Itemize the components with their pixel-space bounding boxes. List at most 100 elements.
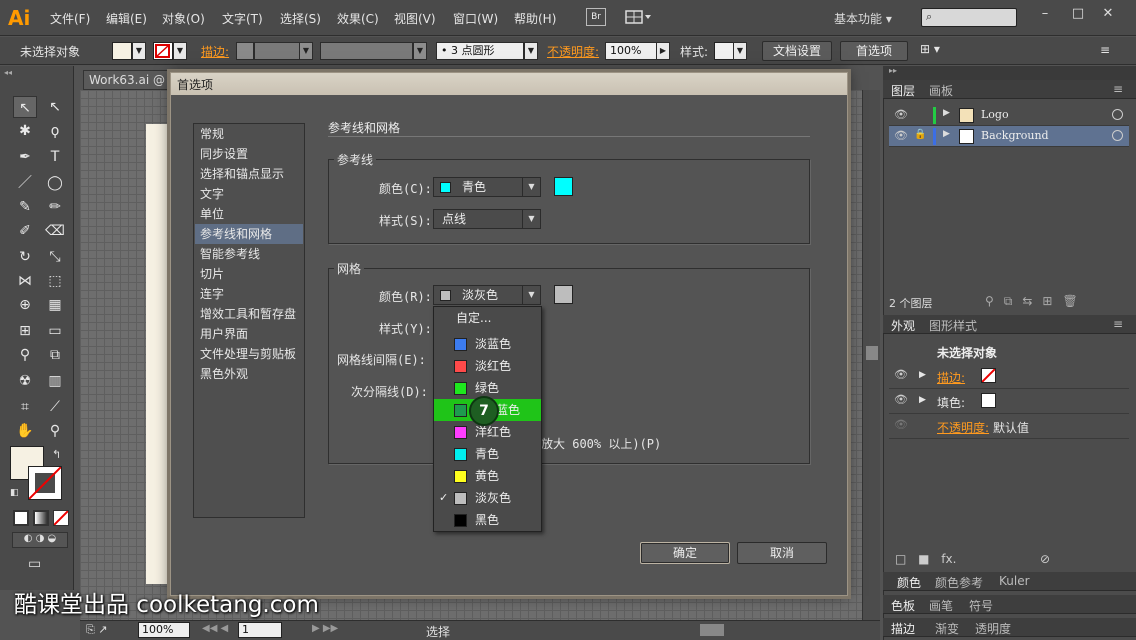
stroke-dropdown-arrow[interactable]: ▼ xyxy=(173,42,187,60)
blend-tool-icon[interactable]: ⧉ xyxy=(43,344,67,366)
color-mode-icon[interactable] xyxy=(13,510,29,526)
perspective-grid-tool-icon[interactable]: ▦ xyxy=(43,294,67,316)
visibility-eye-icon[interactable]: 👁 xyxy=(894,108,908,121)
brush-arrow[interactable]: ▼ xyxy=(524,42,538,60)
blob-brush-tool-icon[interactable]: ✐ xyxy=(13,220,37,242)
expand-arrow-icon[interactable]: ▶ xyxy=(943,108,950,118)
category-plugins-scratch[interactable]: 增效工具和暂存盘 xyxy=(199,304,303,324)
category-guides-grid[interactable]: 参考线和网格 xyxy=(195,224,303,244)
tab-gradient[interactable]: 渐变 xyxy=(935,620,959,637)
stroke-color-box[interactable] xyxy=(28,466,62,500)
category-selection-anchor[interactable]: 选择和锚点显示 xyxy=(199,164,303,184)
search-input[interactable]: ⌕ xyxy=(921,8,1017,27)
menu-type[interactable]: 文字(T) xyxy=(222,10,263,27)
workspace-switcher[interactable]: 基本功能 ▾ xyxy=(834,10,892,27)
stroke-swatch[interactable] xyxy=(153,42,173,60)
tab-color[interactable]: 颜色 xyxy=(897,574,921,591)
screen-mode-icon[interactable]: ▭ xyxy=(28,556,41,572)
tab-symbols[interactable]: 符号 xyxy=(969,597,993,614)
zoom-field[interactable]: 100% xyxy=(138,622,190,638)
lasso-tool-icon[interactable]: ϙ xyxy=(43,120,67,142)
target-icon[interactable] xyxy=(1112,109,1123,120)
mesh-tool-icon[interactable]: ⊞ xyxy=(13,320,37,342)
visibility-eye-icon[interactable]: 👁 xyxy=(894,129,908,142)
pen-tool-icon[interactable]: ✒ xyxy=(13,146,37,168)
type-tool-icon[interactable]: T xyxy=(43,146,67,168)
drawing-modes-icon[interactable]: ◐ ◑ ◒ xyxy=(12,532,68,548)
tab-stroke[interactable]: 描边 xyxy=(891,620,915,637)
tab-layers[interactable]: 图层 xyxy=(891,82,915,99)
slice-tool-icon[interactable]: ⟋ xyxy=(43,396,67,418)
stroke-label[interactable]: 描边: xyxy=(937,369,965,386)
category-user-interface[interactable]: 用户界面 xyxy=(199,324,303,344)
tab-color-guide[interactable]: 颜色参考 xyxy=(935,574,983,591)
magic-wand-tool-icon[interactable]: ✱ xyxy=(13,120,37,142)
document-tab[interactable]: Work63.ai @ xyxy=(83,70,173,90)
expand-icon[interactable]: ▸▸ xyxy=(889,66,897,75)
variable-width-arrow[interactable]: ▼ xyxy=(413,42,427,60)
default-colors-icon[interactable]: ◧ xyxy=(10,488,19,498)
tab-transparency[interactable]: 透明度 xyxy=(975,620,1011,637)
zoom-tool-icon[interactable]: ⚲ xyxy=(43,420,67,442)
artboard-next-icon[interactable]: ▶ ▶▶ xyxy=(312,623,338,634)
opacity-label[interactable]: 不透明度: xyxy=(547,43,599,60)
appearance-stroke-row[interactable]: 👁 ▶ 描边: xyxy=(889,365,1129,389)
width-tool-icon[interactable]: ⋈ xyxy=(13,270,37,292)
paintbrush-tool-icon[interactable]: ✎ xyxy=(13,196,37,218)
shape-builder-tool-icon[interactable]: ⊕ xyxy=(13,294,37,316)
guides-color-swatch[interactable] xyxy=(554,177,573,196)
tab-brushes[interactable]: 画笔 xyxy=(929,597,953,614)
style-arrow[interactable]: ▼ xyxy=(733,42,747,60)
menu-edit[interactable]: 编辑(E) xyxy=(106,10,147,27)
tab-artboards[interactable]: 画板 xyxy=(929,82,953,99)
column-graph-tool-icon[interactable]: ▥ xyxy=(43,370,67,392)
menu-object[interactable]: 对象(O) xyxy=(162,10,205,27)
appearance-fill-row[interactable]: 👁 ▶ 填色: xyxy=(889,390,1129,414)
option-custom[interactable]: 自定... xyxy=(434,307,541,329)
opacity-arrow[interactable]: ▶ xyxy=(656,42,670,60)
opacity-field[interactable]: 100% xyxy=(605,42,657,60)
gradient-tool-icon[interactable]: ▭ xyxy=(43,320,67,342)
minimize-icon[interactable]: – xyxy=(1033,4,1057,24)
scale-tool-icon[interactable]: ⤡ xyxy=(43,246,67,268)
stroke-label[interactable]: 描边: xyxy=(201,43,229,60)
option-light-blue[interactable]: 淡蓝色 xyxy=(434,333,541,355)
category-sync[interactable]: 同步设置 xyxy=(199,144,303,164)
panel-menu-icon[interactable]: ≡ xyxy=(1113,317,1123,331)
panel-menu-icon[interactable]: ≡ xyxy=(1113,82,1123,96)
visibility-eye-icon[interactable]: 👁 xyxy=(894,393,908,406)
horizontal-scroll-thumb[interactable] xyxy=(700,624,724,636)
line-tool-icon[interactable]: ／ xyxy=(13,172,37,194)
preferences-button[interactable]: 首选项 xyxy=(840,41,908,61)
category-black-appearance[interactable]: 黑色外观 xyxy=(199,364,303,384)
option-light-gray[interactable]: ✓ 淡灰色 xyxy=(434,487,541,509)
bridge-button[interactable]: Br xyxy=(586,8,606,26)
appearance-opacity-row[interactable]: 👁 不透明度: 默认值 xyxy=(889,415,1129,439)
artboard-prev-icon[interactable]: ◀◀ ◀ xyxy=(202,623,228,634)
brush-field[interactable]: • 3 点圆形 xyxy=(436,42,524,60)
tab-swatches[interactable]: 色板 xyxy=(891,597,915,614)
stroke-weight-field[interactable] xyxy=(254,42,300,60)
selection-tool-icon[interactable]: ↖ xyxy=(13,96,37,118)
stroke-weight-arrow[interactable]: ▼ xyxy=(299,42,313,60)
menu-help[interactable]: 帮助(H) xyxy=(514,10,556,27)
eyedropper-tool-icon[interactable]: ⚲ xyxy=(13,344,37,366)
vertical-scrollbar[interactable] xyxy=(862,90,880,620)
collapse-icon[interactable]: ◂◂ xyxy=(4,68,12,77)
clear-appearance-icon[interactable]: ⊘ xyxy=(1040,552,1050,566)
fill-dropdown-arrow[interactable]: ▼ xyxy=(132,42,146,60)
category-hyphenation[interactable]: 连字 xyxy=(199,284,303,304)
align-options-icon[interactable]: ⊞ ▾ xyxy=(920,42,940,56)
guides-style-select[interactable]: 点线 ▼ xyxy=(433,209,541,229)
visibility-eye-icon[interactable]: 👁 xyxy=(894,418,908,431)
grid-color-select[interactable]: 淡灰色 ▼ xyxy=(433,285,541,305)
lock-icon[interactable]: 🔒 xyxy=(914,129,926,140)
ok-button[interactable]: 确定 xyxy=(640,542,730,564)
menu-select[interactable]: 选择(S) xyxy=(280,10,321,27)
free-transform-tool-icon[interactable]: ⬚ xyxy=(43,270,67,292)
scroll-thumb[interactable] xyxy=(866,346,878,360)
option-cyan[interactable]: 青色 xyxy=(434,443,541,465)
gradient-mode-icon[interactable] xyxy=(33,510,49,526)
option-yellow[interactable]: 黄色 xyxy=(434,465,541,487)
appearance-actions-icons[interactable]: □ ■ fx. xyxy=(895,552,956,566)
